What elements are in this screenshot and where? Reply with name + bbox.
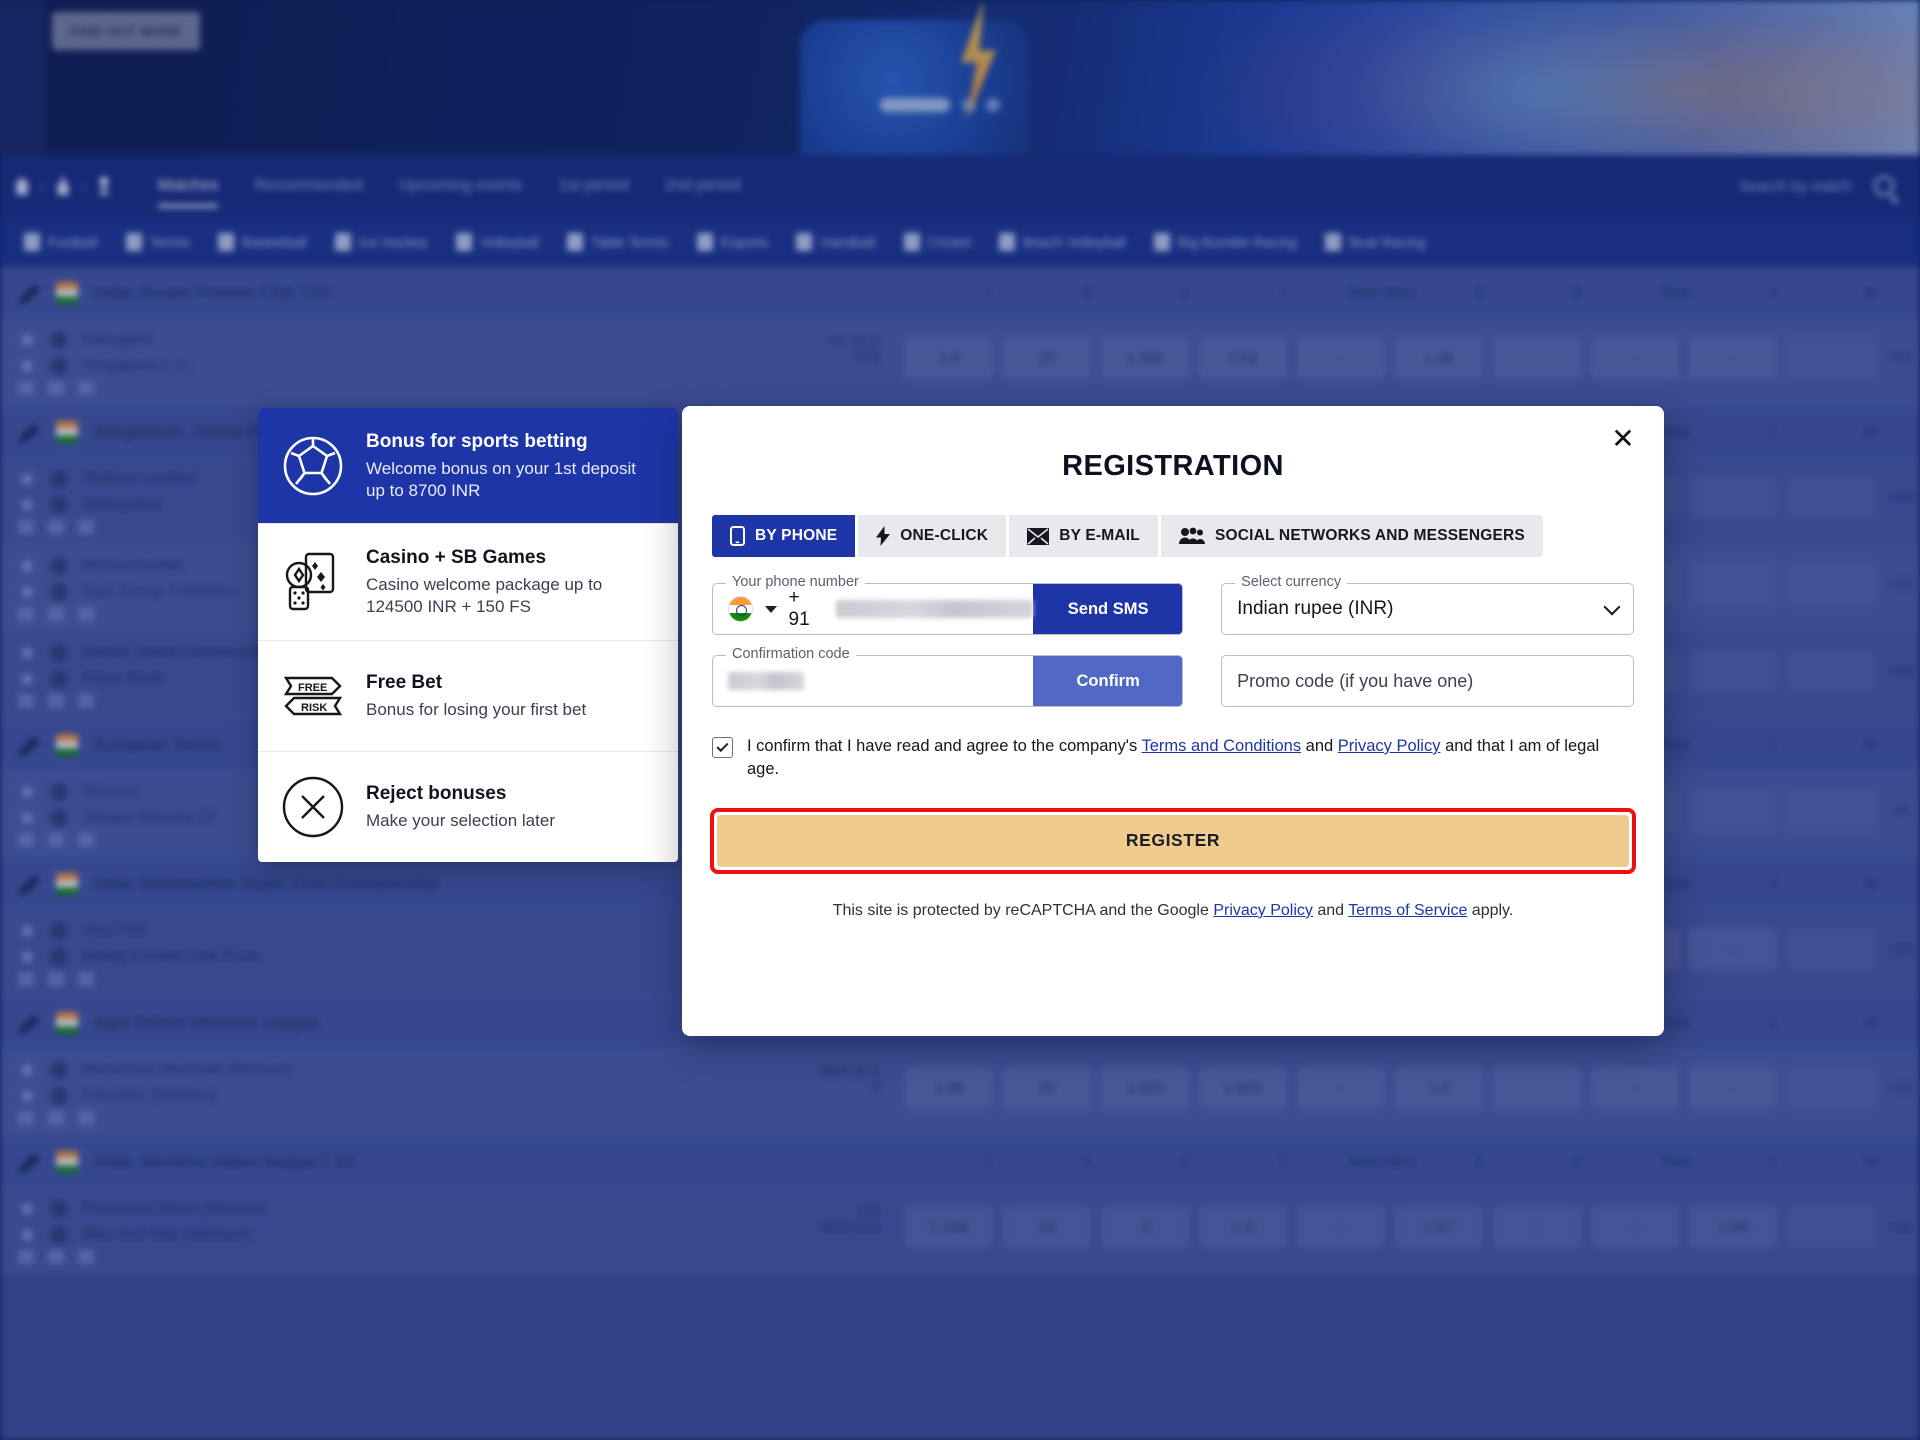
chevron-down-icon[interactable]	[764, 605, 777, 613]
recaptcha-text-middle: and	[1312, 901, 1349, 919]
modal-layer: Bonus for sports betting Welcome bonus on…	[0, 0, 1920, 1440]
circle-x-icon	[280, 774, 346, 840]
bolt-icon	[876, 526, 891, 546]
bonus-option-free-bet[interactable]: FREE RISK Free Bet Bonus for losing your fi…	[258, 639, 678, 751]
bonus-option-text: Casino + SB Games Casino welcome package …	[366, 546, 656, 617]
currency-field-label: Select currency	[1235, 574, 1348, 590]
privacy-policy-link[interactable]: Privacy Policy	[1338, 737, 1441, 755]
chevron-down-icon[interactable]	[1603, 598, 1621, 615]
tab-social-networks-and-messengers[interactable]: SOCIAL NETWORKS AND MESSENGERS	[1160, 515, 1543, 557]
recaptcha-notice: This site is protected by reCAPTCHA and …	[682, 902, 1664, 920]
bonus-option-title: Free Bet	[366, 671, 443, 693]
tab-label: BY PHONE	[755, 527, 838, 544]
consent-text: I confirm that I have read and agree to …	[747, 735, 1634, 782]
confirm-button[interactable]: Confirm	[1033, 655, 1184, 707]
tab-one-click[interactable]: ONE-CLICK	[858, 515, 1007, 557]
tab-label: SOCIAL NETWORKS AND MESSENGERS	[1214, 527, 1525, 544]
envelope-icon	[1027, 527, 1050, 545]
page-title: REGISTRATION	[1062, 450, 1284, 482]
svg-text:RISK: RISK	[301, 702, 327, 714]
consent-text-before: I confirm that I have read and agree to …	[747, 737, 1142, 755]
bonus-option-title: Casino + SB Games	[366, 547, 547, 569]
confirmation-value-redacted	[728, 672, 804, 690]
phone-value-redacted	[835, 600, 1034, 618]
recaptcha-text-after: apply.	[1467, 901, 1514, 919]
phone-field-label: Your phone number	[726, 574, 865, 590]
registration-fields: + 91 Send SMS Your phone number Indian r…	[712, 574, 1634, 707]
currency-select[interactable]: Indian rupee (INR) Select currency	[1221, 574, 1634, 635]
promo-code-field[interactable]: Promo code (if you have one)	[1221, 655, 1634, 707]
terms-and-conditions-link[interactable]: Terms and Conditions	[1142, 737, 1302, 755]
phone-input[interactable]: + 91	[712, 583, 1034, 635]
bonus-option-title: Bonus for sports betting	[366, 431, 588, 452]
consent-checkbox[interactable]	[712, 737, 733, 758]
people-icon	[1178, 527, 1205, 545]
tab-by-e-mail[interactable]: BY E-MAIL	[1009, 515, 1158, 557]
bonus-option-reject-bonuses[interactable]: Reject bonuses Make your selection later	[258, 750, 678, 862]
casino-chips-cards-icon	[280, 549, 346, 615]
close-icon[interactable]: ✕	[1606, 422, 1640, 456]
bonus-selection-panel: Bonus for sports betting Welcome bonus on…	[258, 408, 678, 862]
bonus-option-subtitle: Welcome bonus on your 1st deposit up to …	[366, 458, 636, 500]
dial-code: + 91	[788, 587, 810, 630]
currency-value: Indian rupee (INR)	[1237, 598, 1394, 619]
register-button[interactable]: REGISTER	[717, 814, 1629, 867]
tab-label: ONE-CLICK	[900, 527, 989, 544]
svg-text:FREE: FREE	[298, 682, 327, 694]
free-risk-bet-icon: FREE RISK	[280, 663, 346, 729]
check-icon	[716, 739, 729, 753]
bonus-option-subtitle: Make your selection later	[366, 810, 555, 830]
consent-text-middle: and	[1301, 737, 1338, 755]
confirmation-field-label: Confirmation code	[726, 646, 856, 662]
tab-label: BY E-MAIL	[1059, 527, 1140, 544]
bonus-option-bonus-for-sports-betting[interactable]: Bonus for sports betting Welcome bonus on…	[258, 408, 678, 524]
phone-field[interactable]: + 91 Send SMS Your phone number	[712, 574, 1184, 635]
bonus-option-subtitle: Bonus for losing your first bet	[366, 699, 587, 719]
bonus-option-title: Reject bonuses	[366, 782, 507, 804]
bonus-option-text: Bonus for sports betting Welcome bonus on…	[366, 430, 656, 501]
recaptcha-text-before: This site is protected by reCAPTCHA and …	[832, 901, 1214, 919]
india-flag-icon[interactable]	[728, 596, 753, 622]
registration-modal: ✕ REGISTRATION BY PHONE ONE-CLICK BY E-MAI…	[682, 406, 1664, 1036]
send-sms-button[interactable]: Send SMS	[1033, 583, 1184, 635]
consent-row: I confirm that I have read and agree to …	[712, 735, 1634, 782]
tab-by-phone[interactable]: BY PHONE	[712, 515, 856, 557]
register-button-highlight: REGISTER	[710, 807, 1636, 874]
bonus-option-subtitle: Casino welcome package up to 124500 INR …	[366, 575, 603, 616]
confirmation-code-input[interactable]	[712, 655, 1033, 707]
google-terms-of-service-link[interactable]: Terms of Service	[1348, 902, 1467, 919]
google-privacy-policy-link[interactable]: Privacy Policy	[1213, 902, 1313, 919]
bonus-option-text: Reject bonuses Make your selection later	[366, 782, 555, 832]
phone-icon	[730, 526, 745, 546]
confirmation-code-field[interactable]: Confirm Confirmation code	[712, 646, 1184, 707]
bonus-option-casino-sb-games[interactable]: Casino + SB Games Casino welcome package …	[258, 523, 678, 639]
registration-method-tabs: BY PHONE ONE-CLICK BY E-MAIL SOCIAL NETWORK…	[712, 515, 1634, 557]
bonus-option-text: Free Bet Bonus for losing your first bet	[366, 671, 586, 721]
promo-code-placeholder[interactable]: Promo code (if you have one)	[1221, 655, 1634, 707]
football-icon	[280, 433, 346, 499]
